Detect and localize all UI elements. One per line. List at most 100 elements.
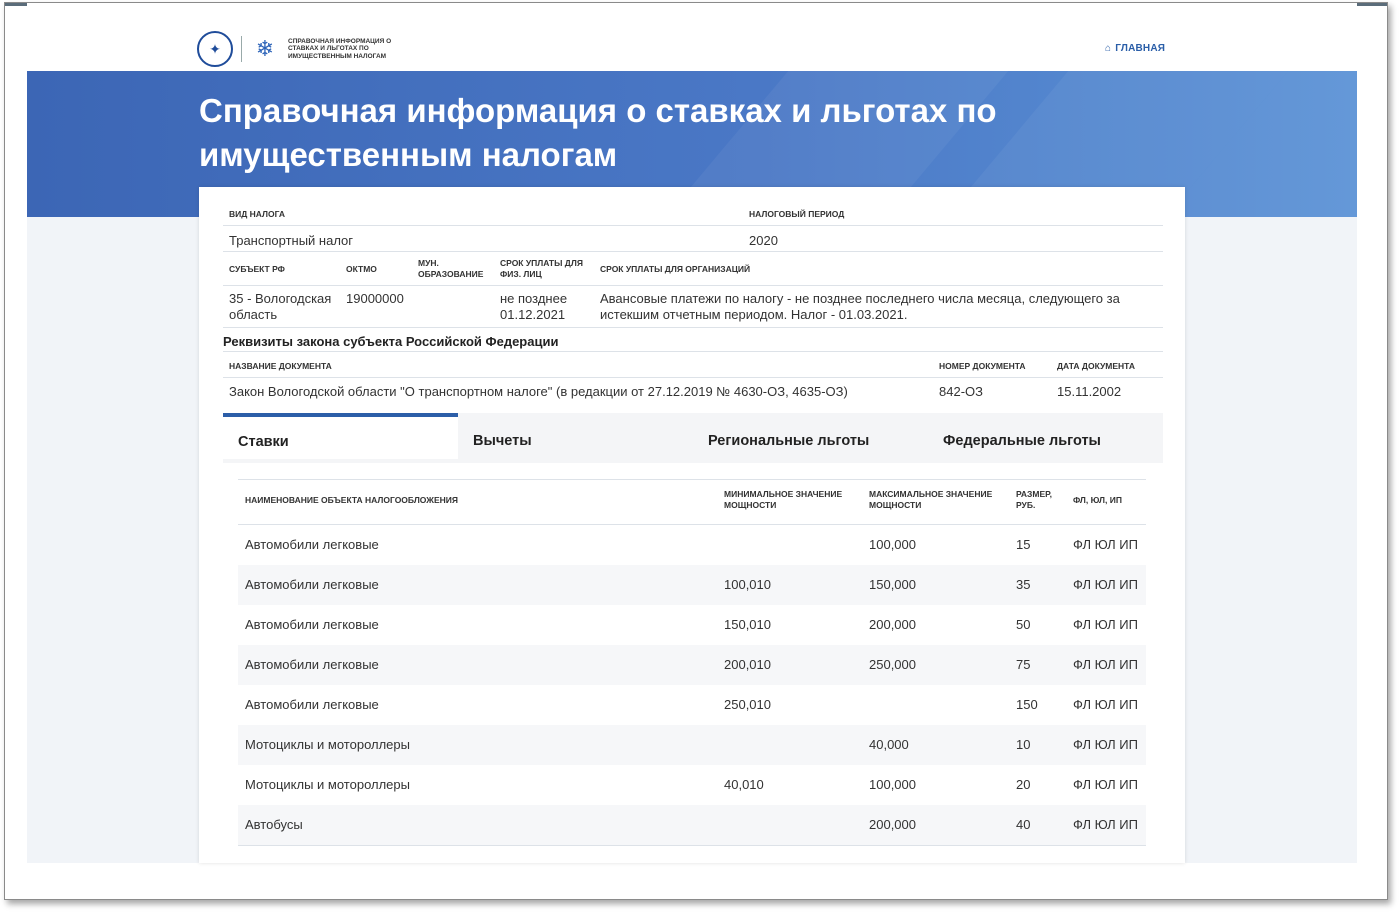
deadline-org-value-line: истекшим отчетным периодом. Налог - 01.0… [600, 307, 908, 322]
tabs-bar: Ставки Вычеты Региональные льготы Федера… [223, 413, 1163, 463]
cell-who: ФЛ ЮЛ ИП [1073, 697, 1138, 712]
doc-date-label: ДАТА ДОКУМЕНТА [1057, 361, 1135, 371]
divider [223, 251, 1163, 252]
cell-max: 250,000 [869, 657, 916, 672]
logo-text: Справочная информация о ставках и льгота… [288, 37, 392, 60]
col-header-max: МАКСИМАЛЬНОЕ ЗНАЧЕНИЕ МОЩНОСТИ [869, 489, 992, 511]
cell-name: Автобусы [245, 817, 303, 832]
home-link[interactable]: ⌂ ГЛАВНАЯ [1105, 43, 1165, 54]
tab-deductions[interactable]: Вычеты [473, 413, 703, 463]
divider [223, 327, 1163, 328]
table-row: Мотоциклы и мотороллеры 40,010 100,000 2… [238, 765, 1146, 805]
subject-value-line: 35 - Вологодская [229, 291, 332, 306]
doc-number-label: НОМЕР ДОКУМЕНТА [939, 361, 1026, 371]
cell-size: 50 [1016, 617, 1031, 632]
logo-divider [241, 36, 242, 62]
cell-max: 40,000 [869, 737, 909, 752]
cell-size: 75 [1016, 657, 1031, 672]
tax-period-label: НАЛОГОВЫЙ ПЕРИОД [749, 209, 845, 219]
cell-name: Мотоциклы и мотороллеры [245, 737, 410, 752]
cell-max: 200,000 [869, 617, 916, 632]
cell-size: 20 [1016, 777, 1031, 792]
table-row: Автомобили легковые 150,010 200,000 50 Ф… [238, 605, 1146, 645]
cell-who: ФЛ ЮЛ ИП [1073, 777, 1138, 792]
divider [238, 845, 1146, 846]
cell-min: 40,010 [724, 777, 764, 792]
deadline-fl-label-line: СРОК УПЛАТЫ ДЛЯ [500, 258, 583, 268]
cell-max: 100,000 [869, 537, 916, 552]
cell-max: 100,000 [869, 777, 916, 792]
deadline-org-value: Авансовые платежи по налогу - не позднее… [600, 291, 1160, 323]
cell-max: 200,000 [869, 817, 916, 832]
tab-rates[interactable]: Ставки [223, 413, 458, 459]
cell-name: Автомобили легковые [245, 657, 379, 672]
divider [238, 479, 1146, 480]
tab-federal-benefits[interactable]: Федеральные льготы [943, 413, 1163, 463]
subject-value-line: область [229, 307, 278, 322]
cell-name: Автомобили легковые [245, 697, 379, 712]
table-row: Автомобили легковые 100,000 15 ФЛ ЮЛ ИП [238, 525, 1146, 565]
col-header-size: РАЗМЕР, РУБ. [1016, 489, 1052, 511]
doc-name-label: НАЗВАНИЕ ДОКУМЕНТА [229, 361, 332, 371]
col-header-max-line: МАКСИМАЛЬНОЕ ЗНАЧЕНИЕ [869, 489, 993, 499]
tax-type-label: ВИД НАЛОГА [229, 209, 286, 219]
law-section-title: Реквизиты закона субъекта Российской Фед… [223, 334, 559, 349]
oktmo-label: ОКТМО [346, 264, 377, 274]
doc-name-value: Закон Вологодской области "О транспортно… [229, 384, 848, 399]
cell-min: 150,010 [724, 617, 771, 632]
divider [223, 377, 1163, 378]
cell-name: Автомобили легковые [245, 537, 379, 552]
mun-label-line: ОБРАЗОВАНИЕ [418, 269, 484, 279]
home-link-label: ГЛАВНАЯ [1115, 43, 1166, 54]
col-header-who: ФЛ, ЮЛ, ИП [1073, 495, 1122, 505]
oktmo-value: 19000000 [346, 291, 404, 306]
divider [223, 285, 1163, 286]
cell-min: 200,010 [724, 657, 771, 672]
col-header-min: МИНИМАЛЬНОЕ ЗНАЧЕНИЕ МОЩНОСТИ [724, 489, 842, 511]
cell-who: ФЛ ЮЛ ИП [1073, 657, 1138, 672]
cell-who: ФЛ ЮЛ ИП [1073, 617, 1138, 632]
deadline-fl-value-line: не позднее [500, 291, 568, 306]
cell-name: Автомобили легковые [245, 617, 379, 632]
cell-size: 40 [1016, 817, 1031, 832]
cell-who: ФЛ ЮЛ ИП [1073, 737, 1138, 752]
top-navigation-bar: ✦ ❄ Справочная информация о ставках и ль… [27, 3, 1357, 71]
table-row: Автобусы 200,000 40 ФЛ ЮЛ ИП [238, 805, 1146, 845]
cell-who: ФЛ ЮЛ ИП [1073, 537, 1138, 552]
table-row: Автомобили легковые 100,010 150,000 35 Ф… [238, 565, 1146, 605]
cell-size: 15 [1016, 537, 1031, 552]
page-title: Справочная информация о ставках и льгота… [199, 92, 997, 173]
tax-period-value: 2020 [749, 233, 778, 248]
subject-label: СУБЪЕКТ РФ [229, 264, 285, 274]
tab-regional-benefits[interactable]: Региональные льготы [708, 413, 938, 463]
doc-date-value: 15.11.2002 [1057, 384, 1122, 399]
home-icon: ⌂ [1105, 43, 1112, 54]
tax-type-value: Транспортный налог [229, 233, 354, 248]
deadline-org-label: СРОК УПЛАТЫ ДЛЯ ОРГАНИЗАЦИЙ [600, 264, 751, 274]
cell-who: ФЛ ЮЛ ИП [1073, 577, 1138, 592]
col-header-min-line: МОЩНОСТИ [724, 500, 777, 510]
col-header-max-line: МОЩНОСТИ [869, 500, 922, 510]
deadline-fl-label-line: ФИЗ. ЛИЦ [500, 269, 542, 279]
cell-name: Мотоциклы и мотороллеры [245, 777, 410, 792]
col-header-min-line: МИНИМАЛЬНОЕ ЗНАЧЕНИЕ [724, 489, 843, 499]
deadline-fl-value-line: 01.12.2021 [500, 307, 566, 322]
cell-max: 150,000 [869, 577, 916, 592]
mun-label: МУН. ОБРАЗОВАНИЕ [418, 258, 483, 280]
col-header-size-line: РАЗМЕР, [1016, 489, 1052, 499]
table-row: Автомобили легковые 250,010 150 ФЛ ЮЛ ИП [238, 685, 1146, 725]
cell-who: ФЛ ЮЛ ИП [1073, 817, 1138, 832]
col-header-name: НАИМЕНОВАНИЕ ОБЪЕКТА НАЛОГООБЛОЖЕНИЯ [245, 495, 458, 505]
subject-value: 35 - Вологодская область [229, 291, 331, 323]
col-header-size-line: РУБ. [1016, 500, 1036, 510]
site-logo[interactable]: ✦ ❄ Справочная информация о ставках и ль… [197, 31, 398, 67]
screenshot-frame: ✦ ❄ Справочная информация о ставках и ль… [4, 2, 1388, 900]
snowflake-logo-icon: ❄ [255, 36, 275, 61]
info-card: ВИД НАЛОГА НАЛОГОВЫЙ ПЕРИОД Транспортный… [199, 187, 1185, 863]
fns-emblem-icon: ✦ [197, 31, 233, 67]
deadline-fl-label: СРОК УПЛАТЫ ДЛЯ ФИЗ. ЛИЦ [500, 258, 583, 280]
deadline-org-value-line: Авансовые платежи по налогу - не позднее… [600, 291, 1120, 306]
doc-number-value: 842-ОЗ [939, 384, 983, 399]
cell-min: 250,010 [724, 697, 771, 712]
table-row: Автомобили легковые 200,010 250,000 75 Ф… [238, 645, 1146, 685]
